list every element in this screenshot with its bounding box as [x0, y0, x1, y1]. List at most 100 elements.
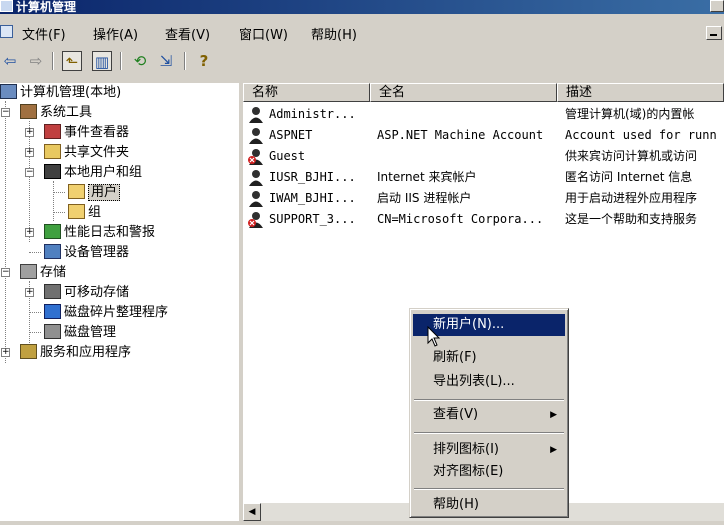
- menu-action[interactable]: 操作(A): [93, 24, 138, 43]
- tree-services-apps[interactable]: 服务和应用程序: [20, 343, 131, 362]
- removable-storage-icon: [44, 284, 61, 299]
- menu-item-arrange-icons[interactable]: 排列图标(I) ▶: [413, 439, 565, 461]
- back-icon[interactable]: ⇦: [0, 51, 20, 71]
- expand-icon[interactable]: +: [25, 128, 34, 137]
- menu-item-view-label: 查看(V): [433, 407, 479, 422]
- disk-management-icon: [44, 324, 61, 339]
- show-hide-tree-icon[interactable]: ▥: [92, 51, 112, 71]
- menu-item-refresh[interactable]: 刷新(F): [413, 347, 565, 369]
- user-fullname: CN=Microsoft Corpora...: [377, 212, 544, 226]
- menu-bar: 文件(F) 操作(A) 查看(V) 窗口(W) 帮助(H): [0, 16, 724, 46]
- tree-line: [29, 252, 41, 253]
- menu-separator: [414, 432, 564, 434]
- user-description: Account used for runn: [565, 128, 717, 142]
- tree-users[interactable]: 用户: [68, 183, 121, 202]
- mdi-minimize-button[interactable]: [706, 26, 722, 40]
- window-control-button[interactable]: [710, 0, 724, 12]
- console-tree[interactable]: 计算机管理(本地) − 系统工具 + 事件查看器 + 共享文件夹 − 本地用户和…: [0, 83, 239, 521]
- tree-root[interactable]: 计算机管理(本地): [0, 83, 121, 102]
- collapse-icon[interactable]: −: [25, 168, 34, 177]
- menu-item-line-up-icons[interactable]: 对齐图标(E): [413, 461, 565, 483]
- list-item[interactable]: Administr... 管理计算机(域)的内置帐: [243, 104, 724, 125]
- menu-help[interactable]: 帮助(H): [311, 24, 357, 43]
- menu-separator: [414, 488, 564, 490]
- tree-system-tools[interactable]: 系统工具: [20, 103, 92, 122]
- user-icon: [249, 128, 263, 144]
- menu-view[interactable]: 查看(V): [165, 24, 210, 43]
- tree-line: [29, 312, 41, 313]
- tools-icon: [20, 104, 37, 119]
- menu-item-export-list[interactable]: 导出列表(L)...: [413, 371, 565, 393]
- up-folder-icon[interactable]: ⬑: [62, 51, 82, 71]
- export-list-icon[interactable]: ⇲: [156, 51, 176, 71]
- title-bar[interactable]: 计算机管理: [0, 0, 724, 14]
- help-icon[interactable]: ?: [194, 51, 214, 71]
- expand-icon[interactable]: +: [25, 228, 34, 237]
- defrag-icon: [44, 304, 61, 319]
- tree-groups[interactable]: 组: [68, 203, 101, 222]
- tree-storage[interactable]: 存储: [20, 263, 66, 282]
- folder-icon: [68, 204, 85, 219]
- expand-icon[interactable]: +: [25, 148, 34, 157]
- user-icon: [249, 107, 263, 123]
- tree-removable-storage[interactable]: 可移动存储: [44, 283, 129, 302]
- column-header-fullname[interactable]: 全名: [370, 83, 557, 102]
- disabled-user-icon: [248, 212, 263, 228]
- refresh-icon[interactable]: ⟲: [130, 51, 150, 71]
- menu-separator: [414, 399, 564, 401]
- list-item[interactable]: IUSR_BJHI... Internet 来宾帐户 匿名访问 Internet…: [243, 167, 724, 188]
- window-title: 计算机管理: [16, 0, 77, 14]
- mmc-system-menu-icon[interactable]: [0, 25, 13, 38]
- tree-line: [5, 101, 6, 363]
- menu-file[interactable]: 文件(F): [22, 24, 66, 43]
- users-group-icon: [44, 164, 61, 179]
- user-description: 用于启动进程外应用程序: [565, 191, 698, 205]
- tree-device-manager[interactable]: 设备管理器: [44, 243, 129, 262]
- mouse-cursor-icon: [427, 326, 441, 347]
- toolbar-separator: [120, 52, 122, 70]
- tree-performance-logs[interactable]: 性能日志和警报: [44, 223, 155, 242]
- user-fullname: 启动 IIS 进程帐户: [377, 191, 472, 205]
- forward-icon[interactable]: ⇨: [26, 51, 46, 71]
- user-icon: [249, 191, 263, 207]
- menu-item-arrange-icons-label: 排列图标(I): [433, 442, 499, 457]
- list-item[interactable]: Guest 供来宾访问计算机或访问: [243, 146, 724, 167]
- column-header-description[interactable]: 描述: [557, 83, 724, 102]
- menu-item-help[interactable]: 帮助(H): [413, 494, 565, 516]
- list-item[interactable]: SUPPORT_3... CN=Microsoft Corpora... 这是一…: [243, 209, 724, 230]
- tree-shared-folders[interactable]: 共享文件夹: [44, 143, 129, 162]
- user-name: Guest: [269, 149, 306, 163]
- collapse-icon[interactable]: −: [1, 268, 10, 277]
- tree-disk-defragmenter[interactable]: 磁盘碎片整理程序: [44, 303, 168, 322]
- tree-line: [53, 192, 65, 193]
- list-item[interactable]: ASPNET ASP.NET Machine Account Account u…: [243, 125, 724, 146]
- user-description: 匿名访问 Internet 信息: [565, 170, 693, 184]
- device-manager-icon: [44, 244, 61, 259]
- tree-disk-management[interactable]: 磁盘管理: [44, 323, 116, 342]
- expand-icon[interactable]: +: [25, 288, 34, 297]
- list-item[interactable]: IWAM_BJHI... 启动 IIS 进程帐户 用于启动进程外应用程序: [243, 188, 724, 209]
- collapse-icon[interactable]: −: [1, 108, 10, 117]
- user-icon: [249, 170, 263, 186]
- tree-line: [29, 332, 41, 333]
- user-name: IWAM_BJHI...: [269, 191, 356, 205]
- expand-icon[interactable]: +: [1, 348, 10, 357]
- user-name: IUSR_BJHI...: [269, 170, 356, 184]
- menu-window[interactable]: 窗口(W): [239, 24, 288, 43]
- scroll-left-arrow-icon[interactable]: ◀: [243, 503, 261, 521]
- tree-event-viewer[interactable]: 事件查看器: [44, 123, 129, 142]
- tree-line: [53, 181, 54, 221]
- storage-icon: [20, 264, 37, 279]
- tree-line: [53, 212, 65, 213]
- menu-item-view[interactable]: 查看(V) ▶: [413, 404, 565, 426]
- toolbar-separator: [184, 52, 186, 70]
- user-fullname: Internet 来宾帐户: [377, 170, 477, 184]
- tree-line: [29, 121, 30, 242]
- column-header-name[interactable]: 名称: [243, 83, 370, 102]
- disabled-user-icon: [248, 149, 263, 165]
- user-name: Administr...: [269, 107, 356, 121]
- services-icon: [20, 344, 37, 359]
- tree-local-users-groups[interactable]: 本地用户和组: [44, 163, 142, 182]
- shared-folder-icon: [44, 144, 61, 159]
- computer-icon: [0, 84, 17, 99]
